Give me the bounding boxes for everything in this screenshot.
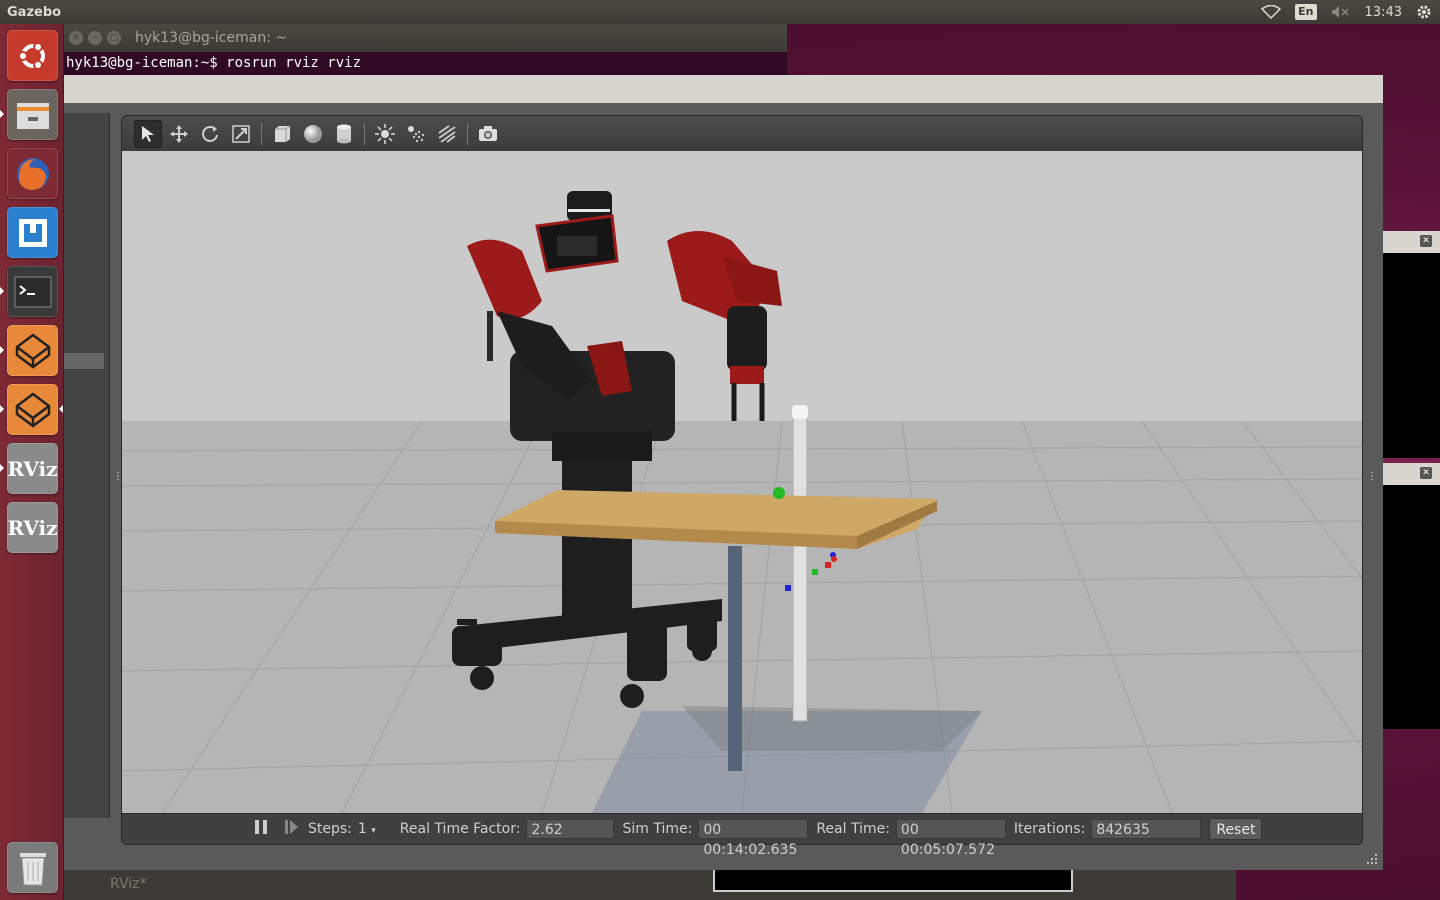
dash-home-button[interactable] (7, 30, 58, 81)
steps-value: 1 (357, 821, 367, 837)
file-cabinet-icon (16, 102, 49, 129)
minimize-icon[interactable]: – (88, 31, 102, 45)
top-panel: Gazebo En 13:43 (0, 0, 1440, 24)
gazebo-window[interactable]: ⋮ ⋮ (64, 75, 1383, 870)
unity-launcher: RViz RViz (0, 24, 64, 900)
keyboard-layout-indicator[interactable]: En (1295, 0, 1317, 24)
clock[interactable]: 13:43 (1365, 0, 1402, 24)
volume-muted-icon[interactable] (1331, 0, 1351, 24)
side-window-top[interactable]: ✕ (1383, 231, 1440, 458)
chevron-down-icon[interactable]: ▾ (371, 826, 376, 836)
launcher-running-indicator (0, 464, 4, 472)
stand-cap (792, 405, 808, 419)
ubuntu-logo-icon (17, 41, 45, 70)
green-target-sphere (773, 487, 785, 499)
trash-launcher[interactable] (7, 842, 58, 893)
qt-creator-launcher[interactable] (7, 207, 58, 258)
left-splitter-handle[interactable]: ⋮ (113, 472, 123, 485)
stand-cylinder (792, 415, 808, 722)
scale-icon[interactable] (227, 120, 255, 148)
terminal-command-line[interactable]: hyk13@bg-iceman:~$ rosrun rviz rviz (64, 52, 787, 74)
camera-icon[interactable] (474, 120, 502, 148)
qt-bracket-icon (18, 218, 47, 247)
toolbar-separator (467, 122, 468, 145)
active-app-name: Gazebo (7, 4, 62, 20)
resize-grip-icon[interactable] (1367, 854, 1377, 864)
terminal-titlebar[interactable]: ✕ – □ hyk13@bg-iceman: ~ (64, 24, 787, 52)
robot-shadow (682, 706, 982, 751)
toolbar-separator (364, 122, 365, 145)
step-forward-icon[interactable] (284, 819, 302, 839)
cylinder-icon[interactable] (330, 120, 358, 148)
table-leg (728, 546, 742, 771)
pause-icon[interactable] (254, 819, 270, 839)
reset-button[interactable]: Reset (1209, 818, 1263, 840)
gazebo-left-panel[interactable] (64, 113, 110, 818)
red-marker (825, 562, 831, 568)
real-time-label: Real Time: (816, 821, 890, 837)
spot-light-icon[interactable] (402, 120, 430, 148)
trash-icon (19, 852, 46, 885)
gazebo-3d-viewport[interactable] (121, 151, 1363, 813)
gazebo-toolbar (121, 115, 1363, 151)
launcher-focused-indicator (59, 405, 63, 413)
steps-label: Steps: (308, 821, 352, 837)
arrow-cursor-icon[interactable] (134, 119, 162, 148)
launcher-running-indicator (0, 287, 4, 295)
keyboard-layout-label: En (1295, 4, 1317, 20)
scene-render (122, 151, 1362, 813)
real-time-field: 00 00:05:07.572 (895, 819, 1006, 858)
maximize-icon[interactable]: □ (107, 31, 121, 45)
side-window-bottom[interactable]: ✕ (1383, 463, 1440, 729)
rviz-icon: RViz (7, 456, 58, 481)
close-icon[interactable]: ✕ (69, 31, 83, 45)
terminal-title: hyk13@bg-iceman: ~ (135, 30, 288, 46)
real-time-factor-label: Real Time Factor: (399, 821, 521, 837)
iterations-field: 842635 (1091, 819, 1202, 839)
directional-light-icon[interactable] (433, 120, 461, 148)
point-light-icon[interactable] (371, 120, 399, 148)
files-launcher[interactable] (7, 89, 58, 140)
gazebo-menubar (64, 75, 1383, 103)
rviz-launcher-2[interactable]: RViz (7, 502, 58, 553)
launcher-running-indicator (0, 346, 4, 354)
sim-time-field: 00 00:14:02.635 (698, 819, 809, 858)
rviz-icon: RViz (7, 515, 58, 540)
terminal-launcher[interactable] (7, 266, 58, 317)
rviz-render-area (713, 868, 1073, 892)
rotate-icon[interactable] (196, 120, 224, 148)
launcher-running-indicator (0, 405, 4, 413)
close-icon[interactable]: ✕ (1420, 467, 1432, 479)
axis-marker (831, 556, 837, 562)
gazebo-launcher-1[interactable] (7, 325, 58, 376)
launcher-running-indicator (0, 110, 4, 118)
sim-time-label: Sim Time: (622, 821, 693, 837)
wifi-icon[interactable] (1261, 0, 1282, 24)
terminal-icon (14, 276, 51, 307)
rviz-launcher-1[interactable]: RViz (7, 443, 58, 494)
left-panel-selected-row[interactable] (64, 353, 104, 369)
close-icon[interactable]: ✕ (1420, 235, 1432, 247)
sphere-icon[interactable] (299, 120, 327, 148)
right-splitter-handle[interactable]: ⋮ (1367, 472, 1377, 485)
firefox-launcher[interactable] (7, 148, 58, 199)
move-arrows-icon[interactable] (165, 120, 193, 148)
gazebo-icon (15, 332, 50, 369)
rviz-window-title: RViz* (110, 876, 147, 892)
blue-marker (785, 585, 791, 591)
gazebo-launcher-2[interactable] (7, 384, 58, 435)
gazebo-icon (15, 391, 50, 428)
green-marker (812, 569, 818, 575)
steps-spinbox[interactable]: 1 ▾ (358, 821, 376, 837)
gazebo-statusbar: Steps: 1 ▾ Real Time Factor: 2.62 Sim Ti… (121, 813, 1363, 858)
box-icon[interactable] (268, 120, 296, 148)
firefox-icon (16, 157, 49, 190)
iterations-label: Iterations: (1013, 821, 1086, 837)
settings-gear-icon[interactable] (1416, 0, 1432, 24)
real-time-factor-field: 2.62 (526, 819, 615, 839)
toolbar-separator (261, 122, 262, 145)
